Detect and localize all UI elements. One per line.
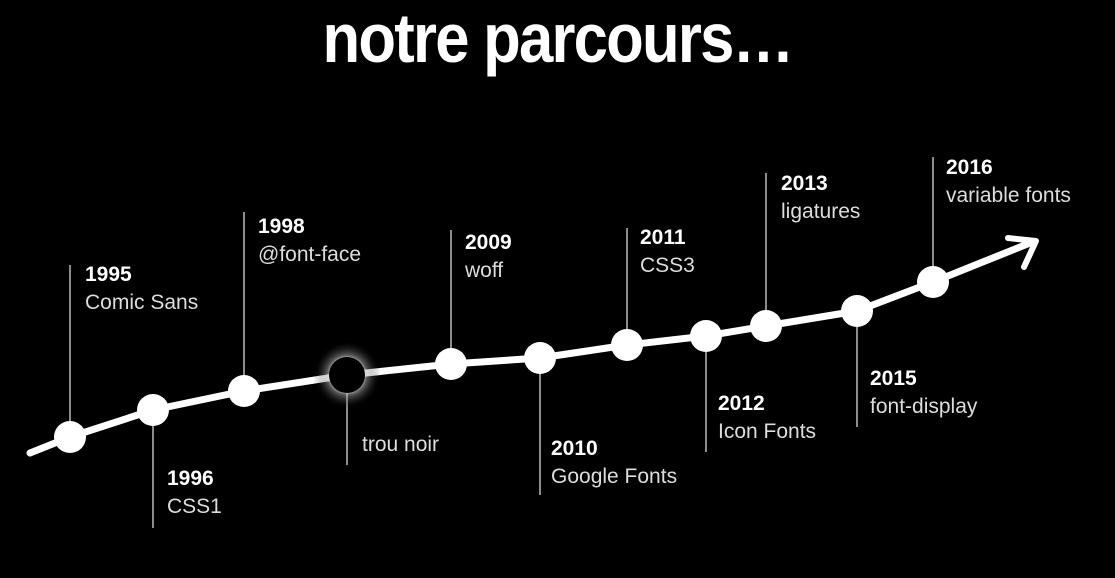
- event-description: variable fonts: [946, 184, 1071, 207]
- timeline-node: [524, 342, 556, 374]
- event-description: font-display: [870, 395, 978, 418]
- event-year: 1996: [167, 467, 214, 490]
- timeline-node: [228, 375, 260, 407]
- event-label: 2012 Icon Fonts: [718, 391, 816, 447]
- event-label: 1995 Comic Sans: [85, 262, 198, 318]
- event-label: trou noir: [362, 430, 439, 460]
- event-year: 2013: [781, 172, 828, 195]
- event-label: 2015 font-display: [870, 366, 977, 422]
- event-label: 2009 woff: [465, 230, 512, 286]
- timeline-slide: notre parcours… 1995 Comic Sans 1996 CSS1 19…: [0, 0, 1115, 578]
- event-description: woff: [465, 259, 504, 282]
- event-year: 1995: [85, 263, 132, 286]
- event-label: 2016 variable fonts: [946, 155, 1071, 211]
- timeline-node: [137, 394, 169, 426]
- timeline-node: [611, 329, 643, 361]
- event-description: Comic Sans: [85, 291, 199, 314]
- timeline-node: [917, 266, 949, 298]
- event-description: ligatures: [781, 200, 861, 223]
- event-description: CSS1: [167, 495, 222, 518]
- event-year: 2010: [551, 437, 598, 460]
- event-description: Icon Fonts: [718, 420, 817, 443]
- event-label: 2013 ligatures: [781, 171, 860, 227]
- black-hole-node: [329, 357, 365, 393]
- event-year: 1998: [258, 215, 305, 238]
- event-description: Google Fonts: [551, 465, 678, 488]
- event-label: 1998 @font-face: [258, 214, 361, 270]
- timeline-node: [435, 348, 467, 380]
- event-year: 2015: [870, 367, 917, 390]
- event-year: 2016: [946, 156, 993, 179]
- timeline-node: [690, 320, 722, 352]
- event-description: CSS3: [640, 254, 695, 277]
- event-year: 2011: [640, 226, 686, 249]
- timeline-node: [54, 421, 86, 453]
- timeline-node: [841, 295, 873, 327]
- event-year: 2012: [718, 392, 765, 415]
- event-year: 2009: [465, 231, 512, 254]
- event-label: 2010 Google Fonts: [551, 436, 677, 492]
- event-description: @font-face: [258, 243, 362, 266]
- timeline-node: [750, 310, 782, 342]
- event-description: trou noir: [362, 433, 440, 456]
- event-label: 2011 CSS3: [640, 225, 695, 281]
- event-label: 1996 CSS1: [167, 466, 222, 522]
